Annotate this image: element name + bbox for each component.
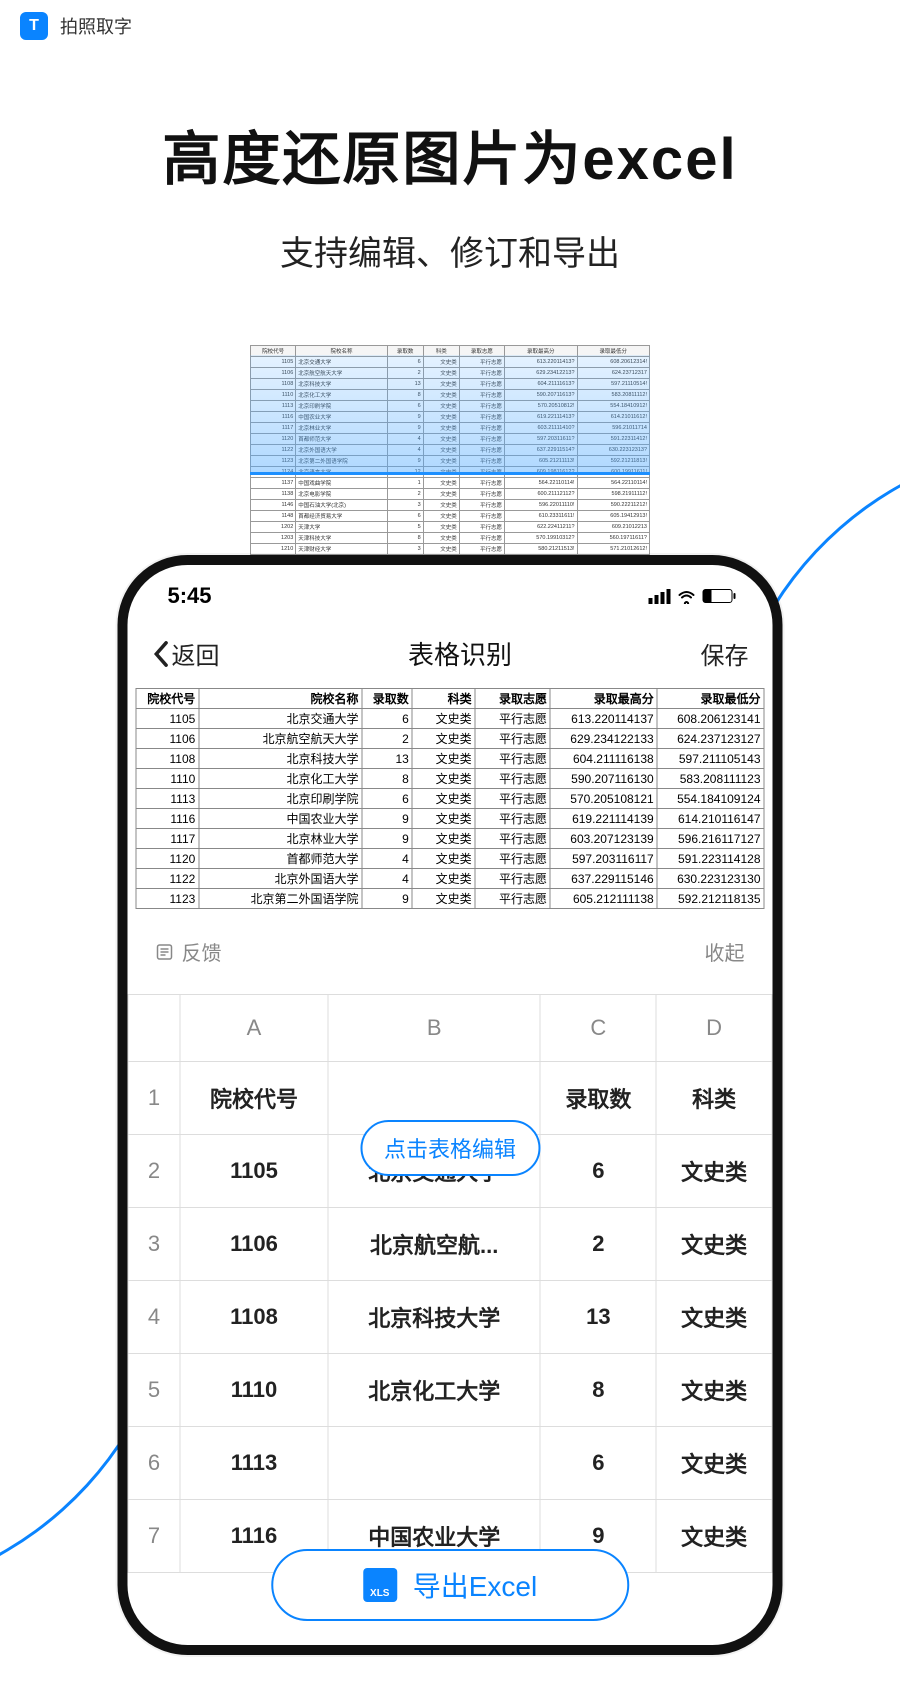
hero: 高度还原图片为excel 支持编辑、修订和导出 (0, 112, 900, 275)
status-time: 5:45 (168, 583, 212, 609)
app-name: 拍照取字 (60, 13, 132, 39)
hero-title: 高度还原图片为excel (0, 112, 900, 196)
feedback-label: 反馈 (182, 937, 222, 966)
export-excel-button[interactable]: XLS 导出Excel (271, 1549, 629, 1621)
scan-preview: 院校代号院校名称录取数科类录取志愿录取最高分录取最低分1105北京交通大学6文史… (250, 345, 650, 566)
scan-table: 院校代号院校名称录取数科类录取志愿录取最高分录取最低分1105北京交通大学6文史… (250, 345, 650, 566)
save-button[interactable]: 保存 (700, 636, 748, 671)
feedback-icon (156, 943, 174, 961)
collapse-button[interactable]: 收起 (705, 937, 745, 966)
app-icon: T (20, 12, 48, 40)
nav-bar: 返回 表格识别 保存 (128, 615, 773, 688)
spreadsheet[interactable]: ABCD1院校代号录取数科类21105北京交通大学6文史类31106北京航空航.… (128, 994, 773, 1573)
nav-title: 表格识别 (408, 635, 512, 672)
signal-icon (649, 589, 671, 604)
battery-icon (703, 589, 733, 603)
edit-tip-bubble[interactable]: 点击表格编辑 (360, 1120, 540, 1176)
phone-frame: 5:45 返回 表格识别 保存 院校代号院校名称录取数科类录取志愿录取最高分录取… (118, 555, 783, 1655)
hero-subtitle: 支持编辑、修订和导出 (0, 226, 900, 275)
back-label: 返回 (172, 636, 220, 671)
wifi-icon (677, 588, 697, 604)
status-bar: 5:45 (128, 565, 773, 615)
ocr-preview: 院校代号院校名称录取数科类录取志愿录取最高分录取最低分1105北京交通大学6文史… (128, 688, 773, 909)
feedback-button[interactable]: 反馈 (156, 937, 222, 966)
app-header: T 拍照取字 (0, 0, 900, 52)
export-label: 导出Excel (413, 1565, 537, 1605)
xls-icon: XLS (363, 1568, 397, 1602)
back-button[interactable]: 返回 (152, 636, 220, 671)
chevron-left-icon (152, 640, 170, 668)
mid-bar: 反馈 收起 (128, 909, 773, 994)
preview-table: 院校代号院校名称录取数科类录取志愿录取最高分录取最低分1105北京交通大学6文史… (136, 688, 765, 909)
